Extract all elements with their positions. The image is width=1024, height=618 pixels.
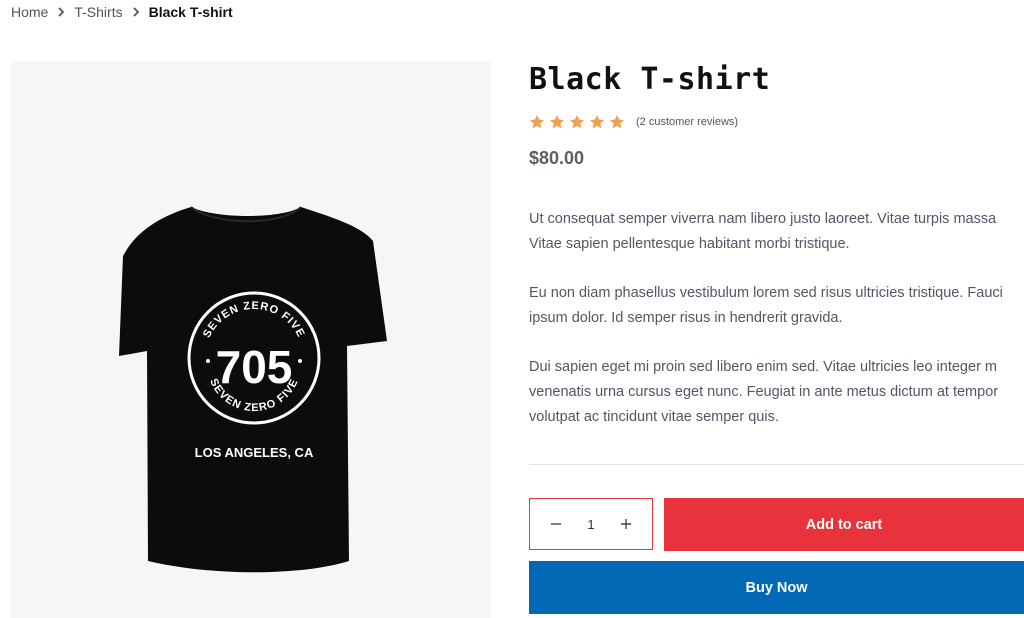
rating-stars — [529, 114, 625, 130]
shirt-number: 705 — [216, 341, 293, 393]
chevron-right-icon — [132, 7, 140, 17]
tshirt-illustration: SEVEN ZERO FIVE SEVEN ZERO FIVE 705 LOS … — [119, 206, 387, 573]
product-description: Ut consequat semper viverra nam libero j… — [529, 207, 1024, 454]
reviews-link[interactable]: (2 customer reviews) — [636, 116, 738, 128]
star-icon — [550, 115, 564, 129]
description-paragraph: Ut consequat semper viverra nam libero j… — [529, 211, 997, 252]
star-icon — [570, 115, 584, 129]
breadcrumb-home-link[interactable]: Home — [11, 4, 48, 20]
buy-now-button[interactable]: Buy Now — [529, 561, 1024, 614]
shirt-city: LOS ANGELES, CA — [195, 445, 314, 460]
description-paragraph: Dui sapien eget mi proin sed libero enim… — [529, 359, 999, 425]
product-rating: (2 customer reviews) — [529, 114, 738, 130]
breadcrumb: Home T-Shirts Black T-shirt — [11, 3, 233, 21]
product-title: Black T-shirt — [529, 62, 771, 97]
product-price: $80.00 — [529, 148, 585, 168]
divider — [529, 464, 1024, 465]
star-icon — [530, 115, 544, 129]
product-image[interactable]: SEVEN ZERO FIVE SEVEN ZERO FIVE 705 LOS … — [11, 61, 491, 618]
breadcrumb-current: Black T-shirt — [148, 4, 233, 20]
chevron-right-icon — [57, 7, 65, 17]
breadcrumb-tshirts-link[interactable]: T-Shirts — [74, 4, 122, 20]
description-paragraph: Eu non diam phasellus vestibulum lorem s… — [529, 285, 1003, 326]
quantity-stepper — [529, 498, 653, 550]
quantity-input[interactable] — [569, 515, 613, 533]
add-to-cart-button[interactable]: Add to cart — [664, 498, 1024, 551]
star-icon — [610, 115, 624, 129]
minus-icon[interactable] — [546, 514, 566, 534]
star-icon — [590, 115, 604, 129]
plus-icon[interactable] — [616, 514, 636, 534]
